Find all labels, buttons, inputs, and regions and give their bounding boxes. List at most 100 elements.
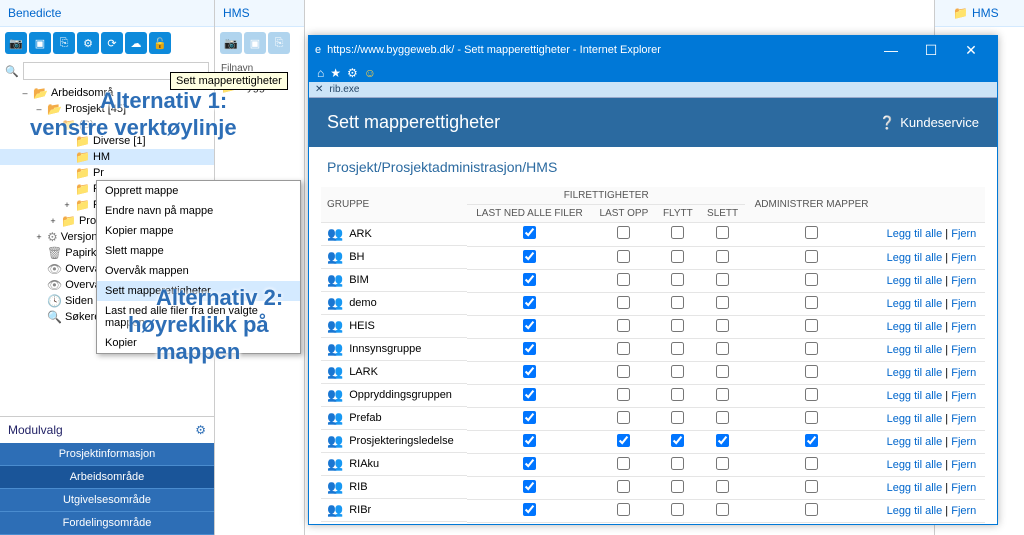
legg-link[interactable]: Legg til alle (887, 413, 943, 425)
modul-item[interactable]: Arbeidsområde (0, 466, 214, 489)
cb-flytt[interactable] (671, 388, 684, 401)
legg-link[interactable]: Legg til alle (887, 436, 943, 448)
smiley-icon[interactable]: ☺ (364, 66, 376, 80)
cb-lastned[interactable] (523, 503, 536, 516)
fjern-link[interactable]: Fjern (951, 459, 976, 471)
cb-flytt[interactable] (671, 457, 684, 470)
expand-icon[interactable]: + (48, 216, 58, 226)
cb-admin[interactable] (805, 434, 818, 447)
modul-item[interactable]: Utgivelsesområde (0, 489, 214, 512)
tb-copy-icon[interactable]: ⎘ (53, 32, 75, 54)
ie-tabbar[interactable]: ✕ rib.exe (309, 82, 997, 98)
tree-node[interactable]: 📁Pr (0, 165, 214, 181)
cb-slett[interactable] (716, 250, 729, 263)
cb-lastned[interactable] (523, 480, 536, 493)
modul-item[interactable]: Fordelingsområde (0, 512, 214, 535)
cb-flytt[interactable] (671, 365, 684, 378)
cb-slett[interactable] (716, 388, 729, 401)
cb-lastopp[interactable] (617, 226, 630, 239)
ctx-item[interactable]: Kopier mappe (97, 221, 300, 241)
ctx-item[interactable]: Sett mapperettigheter (97, 281, 300, 301)
fjern-link[interactable]: Fjern (951, 390, 976, 402)
legg-link[interactable]: Legg til alle (887, 482, 943, 494)
cb-admin[interactable] (805, 503, 818, 516)
fjern-link[interactable]: Fjern (951, 298, 976, 310)
cb-admin[interactable] (805, 411, 818, 424)
legg-link[interactable]: Legg til alle (887, 252, 943, 264)
fjern-link[interactable]: Fjern (951, 228, 976, 240)
cb-flytt[interactable] (671, 411, 684, 424)
cb-admin[interactable] (805, 388, 818, 401)
ctx-item[interactable]: Kopier (97, 333, 300, 353)
legg-link[interactable]: Legg til alle (887, 344, 943, 356)
ie-titlebar[interactable]: e https://www.byggeweb.dk/ - Sett mapper… (309, 36, 997, 64)
modul-item[interactable]: Prosjektinformasjon (0, 443, 214, 466)
cb-lastopp[interactable] (617, 480, 630, 493)
ie-tab-label[interactable]: rib.exe (329, 84, 359, 95)
fjern-link[interactable]: Fjern (951, 413, 976, 425)
cb-lastned[interactable] (523, 388, 536, 401)
fjern-link[interactable]: Fjern (951, 252, 976, 264)
tb-folder-icon[interactable]: ▣ (29, 32, 51, 54)
tb-refresh-icon[interactable]: ⟳ (101, 32, 123, 54)
cb-lastned[interactable] (523, 434, 536, 447)
tb-camera-icon[interactable]: 📷 (5, 32, 27, 54)
tb-permissions-icon[interactable]: 🔓 (149, 32, 171, 54)
cb-flytt[interactable] (671, 319, 684, 332)
ctx-item[interactable]: Slett mappe (97, 241, 300, 261)
context-menu[interactable]: Opprett mappeEndre navn på mappeKopier m… (96, 180, 301, 354)
cb-admin[interactable] (805, 273, 818, 286)
fjern-link[interactable]: Fjern (951, 344, 976, 356)
fjern-link[interactable]: Fjern (951, 321, 976, 333)
cb-lastopp[interactable] (617, 503, 630, 516)
legg-link[interactable]: Legg til alle (887, 321, 943, 333)
cb-flytt[interactable] (671, 296, 684, 309)
tree-node[interactable]: 📁Diverse [1] (0, 133, 214, 149)
cb-lastopp[interactable] (617, 388, 630, 401)
cb-slett[interactable] (716, 273, 729, 286)
cb-slett[interactable] (716, 503, 729, 516)
cb-slett[interactable] (716, 480, 729, 493)
cb-lastopp[interactable] (617, 434, 630, 447)
cb-lastopp[interactable] (617, 319, 630, 332)
cb-slett[interactable] (716, 434, 729, 447)
maximize-button[interactable]: ☐ (911, 40, 951, 60)
cb-flytt[interactable] (671, 480, 684, 493)
tree-node[interactable]: 📁(S) (0, 117, 214, 133)
tree-node[interactable]: 📁HM (0, 149, 214, 165)
mid-tb-3[interactable]: ⎘ (268, 32, 290, 54)
cb-slett[interactable] (716, 296, 729, 309)
mid-tb-2[interactable]: ▣ (244, 32, 266, 54)
cb-admin[interactable] (805, 342, 818, 355)
cb-admin[interactable] (805, 480, 818, 493)
mid-tb-1[interactable]: 📷 (220, 32, 242, 54)
tb-settings-icon[interactable]: ⚙ (77, 32, 99, 54)
star-icon[interactable]: ★ (330, 66, 341, 80)
cb-slett[interactable] (716, 319, 729, 332)
legg-link[interactable]: Legg til alle (887, 298, 943, 310)
fjern-link[interactable]: Fjern (951, 505, 976, 517)
gear-icon[interactable]: ⚙ (195, 423, 206, 437)
cb-slett[interactable] (716, 411, 729, 424)
ctx-item[interactable]: Opprett mappe (97, 181, 300, 201)
cb-admin[interactable] (805, 365, 818, 378)
cb-flytt[interactable] (671, 226, 684, 239)
cb-lastopp[interactable] (617, 273, 630, 286)
legg-link[interactable]: Legg til alle (887, 459, 943, 471)
fjern-link[interactable]: Fjern (951, 367, 976, 379)
cb-lastopp[interactable] (617, 365, 630, 378)
expand-icon[interactable]: – (20, 88, 30, 98)
fjern-link[interactable]: Fjern (951, 275, 976, 287)
cb-lastned[interactable] (523, 226, 536, 239)
expand-icon[interactable]: + (62, 200, 72, 210)
fjern-link[interactable]: Fjern (951, 482, 976, 494)
legg-link[interactable]: Legg til alle (887, 390, 943, 402)
minimize-button[interactable]: — (871, 40, 911, 60)
cb-flytt[interactable] (671, 503, 684, 516)
cb-admin[interactable] (805, 457, 818, 470)
cb-flytt[interactable] (671, 342, 684, 355)
cb-slett[interactable] (716, 457, 729, 470)
cb-lastned[interactable] (523, 319, 536, 332)
legg-link[interactable]: Legg til alle (887, 367, 943, 379)
home-icon[interactable]: ⌂ (317, 66, 324, 80)
